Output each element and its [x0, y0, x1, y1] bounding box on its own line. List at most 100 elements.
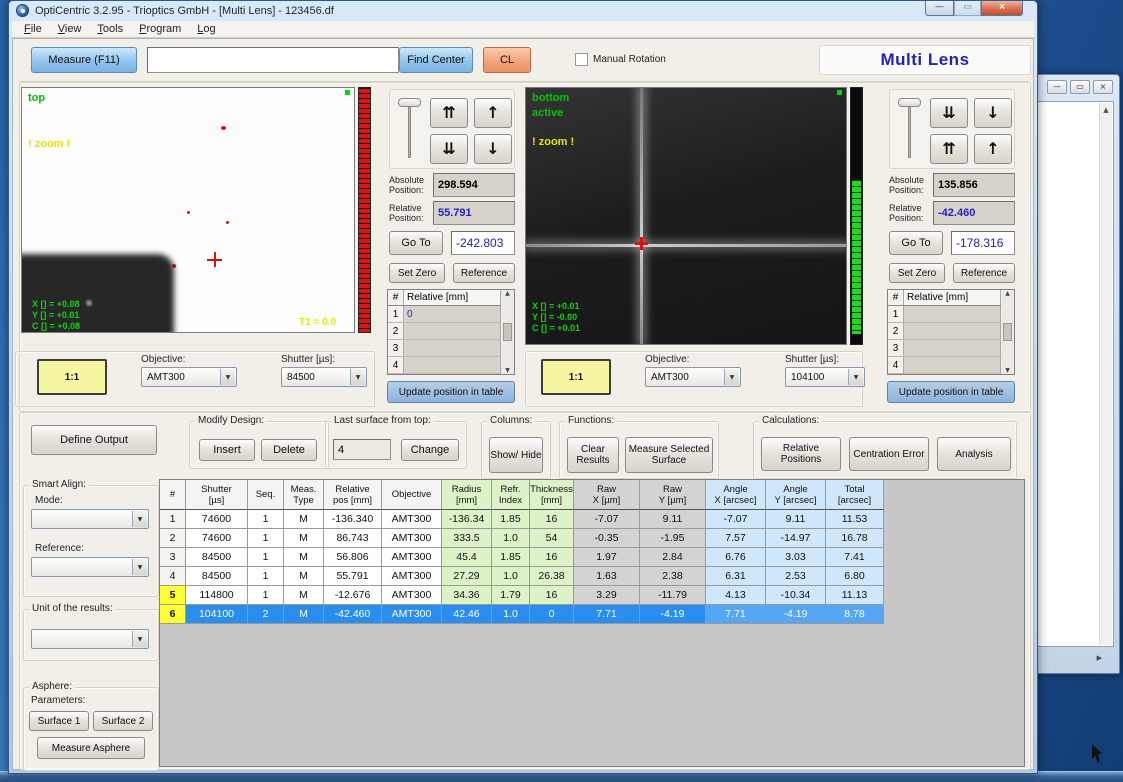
table-cell[interactable]: 0	[530, 605, 574, 624]
table-cell[interactable]: -10.34	[766, 586, 826, 605]
table-cell[interactable]: 2	[160, 529, 186, 548]
table-cell[interactable]: 1.0	[492, 529, 530, 548]
table-cell[interactable]: 7.41	[826, 548, 884, 567]
focus-slider-track[interactable]	[908, 100, 911, 158]
table-row[interactable]: 61041002M-42.460AMT30042.461.007.71-4.19…	[160, 605, 1024, 624]
table-cell[interactable]: 74600	[186, 529, 248, 548]
table-cell[interactable]: 56.806	[324, 548, 382, 567]
measure-button[interactable]: Measure (F11)	[31, 47, 137, 73]
table-cell[interactable]: 26.38	[530, 567, 574, 586]
table-cell[interactable]: 11.13	[826, 586, 884, 605]
position-row[interactable]: 2	[388, 323, 501, 340]
table-cell[interactable]: M	[284, 605, 324, 624]
menu-program[interactable]: Program	[131, 22, 189, 36]
jog-fast-up-button[interactable]: ⇈	[430, 98, 468, 128]
chevron-down-icon[interactable]: ▼	[132, 559, 147, 575]
table-cell[interactable]: 2.38	[640, 567, 706, 586]
scale-1to1-button[interactable]: 1:1	[541, 359, 611, 395]
relative-value-cell[interactable]	[404, 323, 501, 339]
vertical-scrollbar[interactable]: ▲	[1099, 103, 1112, 645]
relative-positions-button[interactable]: Relative Positions	[761, 437, 841, 471]
table-cell[interactable]: 4	[160, 567, 186, 586]
chevron-down-icon[interactable]: ▼	[132, 511, 147, 527]
menu-view[interactable]: View	[50, 22, 90, 36]
table-cell[interactable]: 6	[160, 605, 186, 624]
close-icon[interactable]: ×	[981, 1, 1023, 16]
table-cell[interactable]: 34.36	[442, 586, 492, 605]
table-cell[interactable]: 27.29	[442, 567, 492, 586]
chevron-down-icon[interactable]: ▼	[220, 369, 235, 385]
position-row[interactable]: 2	[888, 323, 1001, 340]
measure-selected-surface-button[interactable]: Measure Selected Surface	[625, 437, 713, 473]
jog-fast-up-button[interactable]: ⇈	[930, 134, 968, 164]
reference-button[interactable]: Reference	[453, 263, 515, 283]
table-cell[interactable]: 16.78	[826, 529, 884, 548]
mini-scrollbar[interactable]: ▲ ▼	[1001, 290, 1014, 374]
table-cell[interactable]: 1.63	[574, 567, 640, 586]
table-cell[interactable]: M	[284, 529, 324, 548]
manual-rotation-checkbox[interactable]	[575, 53, 588, 66]
table-cell[interactable]: 45.4	[442, 548, 492, 567]
table-cell[interactable]: 11.53	[826, 510, 884, 529]
scroll-up-icon[interactable]: ▲	[505, 290, 510, 297]
table-row[interactable]: 3845001M56.806AMT30045.41.85161.972.846.…	[160, 548, 1024, 567]
table-cell[interactable]: -136.340	[324, 510, 382, 529]
scroll-thumb[interactable]	[503, 323, 512, 341]
mode-select[interactable]: ▼	[31, 509, 149, 529]
go-to-input[interactable]: -242.803	[451, 231, 515, 255]
minimize-icon[interactable]: —	[925, 1, 954, 16]
chevron-down-icon[interactable]: ▼	[724, 369, 739, 385]
table-cell[interactable]: AMT300	[382, 548, 442, 567]
table-cell[interactable]: 1	[248, 586, 284, 605]
table-cell[interactable]: -14.97	[766, 529, 826, 548]
focus-slider-handle[interactable]	[898, 98, 921, 107]
table-cell[interactable]: 333.5	[442, 529, 492, 548]
measure-asphere-button[interactable]: Measure Asphere	[37, 737, 145, 759]
scroll-up-icon[interactable]: ▲	[1100, 103, 1112, 114]
table-cell[interactable]: 16	[530, 510, 574, 529]
last-surface-value[interactable]: 4	[333, 439, 391, 460]
table-cell[interactable]: 1.0	[492, 567, 530, 586]
relative-value-cell[interactable]	[404, 340, 501, 356]
table-cell[interactable]: 7.57	[706, 529, 766, 548]
jog-fast-down-button[interactable]: ⇊	[430, 134, 468, 164]
relative-value-cell[interactable]	[904, 357, 1001, 373]
jog-fast-down-button[interactable]: ⇊	[930, 98, 968, 128]
position-row[interactable]: 1	[888, 306, 1001, 323]
table-cell[interactable]: 6.80	[826, 567, 884, 586]
table-cell[interactable]: 1	[248, 529, 284, 548]
table-cell[interactable]: 6.76	[706, 548, 766, 567]
position-row[interactable]: 4	[888, 357, 1001, 374]
table-cell[interactable]: 16	[530, 548, 574, 567]
table-cell[interactable]: 3.29	[574, 586, 640, 605]
jog-down-button[interactable]: ↓	[474, 134, 512, 164]
find-center-button[interactable]: Find Center	[399, 47, 473, 73]
background-window[interactable]: — ▭ × ▲ ▶	[1030, 74, 1120, 674]
close-icon[interactable]: ×	[1093, 80, 1113, 94]
table-row[interactable]: 1746001M-136.340AMT300-136.341.8516-7.07…	[160, 510, 1024, 529]
table-cell[interactable]: 84500	[186, 548, 248, 567]
maximize-icon[interactable]: ▭	[954, 1, 981, 16]
set-zero-button[interactable]: Set Zero	[889, 263, 945, 283]
chevron-down-icon[interactable]: ▼	[350, 369, 365, 385]
position-row[interactable]: 10	[388, 306, 501, 323]
centration-error-button[interactable]: Centration Error	[849, 437, 929, 471]
define-output-button[interactable]: Define Output	[31, 425, 157, 455]
table-cell[interactable]: AMT300	[382, 510, 442, 529]
position-row[interactable]: 3	[888, 340, 1001, 357]
scroll-up-icon[interactable]: ▲	[1005, 290, 1010, 297]
table-cell[interactable]: 1.97	[574, 548, 640, 567]
update-position-button[interactable]: Update position in table	[887, 381, 1015, 403]
table-cell[interactable]: -7.07	[706, 510, 766, 529]
table-cell[interactable]: -4.19	[640, 605, 706, 624]
table-cell[interactable]: 3.03	[766, 548, 826, 567]
table-cell[interactable]: 55.791	[324, 567, 382, 586]
table-cell[interactable]: 1.0	[492, 605, 530, 624]
table-cell[interactable]: 86.743	[324, 529, 382, 548]
menu-tools[interactable]: Tools	[89, 22, 131, 36]
focus-slider-track[interactable]	[408, 100, 411, 158]
position-row[interactable]: 4	[388, 357, 501, 374]
chevron-down-icon[interactable]: ▼	[848, 369, 863, 385]
table-cell[interactable]: 9.11	[640, 510, 706, 529]
clear-results-button[interactable]: Clear Results	[567, 437, 619, 473]
